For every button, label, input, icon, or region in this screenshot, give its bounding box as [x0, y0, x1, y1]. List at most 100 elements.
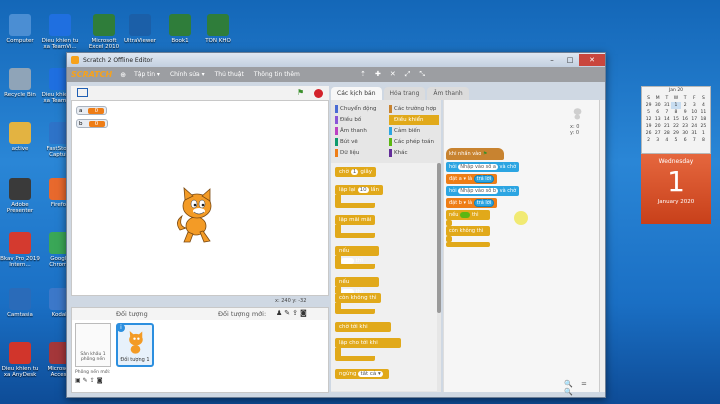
block-repeat-until[interactable]: lặp cho tới khi — [335, 338, 401, 348]
zoom-controls[interactable]: 🔍 = 🔍 — [564, 380, 601, 396]
grow-tool-icon[interactable]: ⤢ — [405, 70, 411, 79]
block-repeat[interactable]: lặp lại 10 lần — [335, 185, 383, 195]
calendar-day-cell[interactable]: 17 — [690, 116, 699, 123]
desktop-icon[interactable]: Camtasia — [0, 288, 40, 318]
calendar-day-cell[interactable]: 4 — [699, 102, 708, 109]
camera-icon[interactable]: ◙ — [97, 377, 105, 384]
menu-tips[interactable]: Thủ thuật — [215, 71, 244, 78]
desktop-icon[interactable]: Recycle Bin — [0, 68, 40, 98]
calendar-day-cell[interactable]: 27 — [653, 130, 662, 137]
ask-block-1[interactable]: hỏi Nhập vào số a và chờ — [446, 162, 520, 172]
desktop-icon[interactable]: Dieu khien tu xa TeamVi... — [40, 14, 80, 50]
info-icon[interactable]: i — [117, 324, 125, 332]
stage-thumbnail[interactable]: Sân khấu 1 phông nền — [75, 323, 111, 367]
camera-icon[interactable]: ◙ — [300, 309, 309, 317]
paint-sprite-icon[interactable]: ✎ — [284, 309, 292, 317]
shrink-tool-icon[interactable]: ⤡ — [419, 70, 425, 79]
calendar-day-cell[interactable]: 26 — [644, 130, 653, 137]
delete-tool-icon[interactable]: ✕ — [390, 70, 396, 79]
window-scrollbar[interactable] — [599, 100, 605, 392]
variable-monitor-a[interactable]: a 0 — [76, 106, 108, 115]
menu-edit[interactable]: Chỉnh sửa ▾ — [170, 71, 205, 78]
calendar-day-cell[interactable]: 31 — [662, 102, 671, 109]
category-1[interactable]: Các trường hợp — [389, 104, 439, 114]
calendar-day-cell[interactable]: 7 — [662, 109, 671, 116]
desktop-icon[interactable]: Dieu khien tu xa AnyDesk — [0, 342, 40, 378]
calendar-day-cell[interactable]: 10 — [690, 109, 699, 116]
calendar-day-cell[interactable]: 25 — [699, 123, 708, 130]
upload-tool-icon[interactable]: ⇡ — [360, 70, 366, 79]
calendar-day-cell[interactable]: 2 — [681, 102, 690, 109]
when-flag-clicked-block[interactable]: khi nhấn vào ⚑ — [446, 148, 504, 160]
calendar-day-cell[interactable]: 29 — [644, 102, 653, 109]
category-2[interactable]: Điều bố — [335, 115, 385, 125]
menu-file[interactable]: Tập tin ▾ — [134, 71, 160, 78]
calendar-day-cell[interactable]: 14 — [662, 116, 671, 123]
desktop-icon[interactable]: TON KHO — [198, 14, 238, 44]
calendar-day-cell[interactable]: 29 — [671, 130, 680, 137]
calendar-day-cell[interactable]: 22 — [671, 123, 680, 130]
calendar-day-cell[interactable]: 9 — [681, 109, 690, 116]
calendar-day-cell[interactable]: 13 — [653, 116, 662, 123]
calendar-day-cell[interactable]: 1 — [671, 102, 681, 109]
calendar-day-cell[interactable]: 15 — [671, 116, 680, 123]
set-block-b[interactable]: đặt b ▾ là trả lời — [446, 198, 498, 208]
block-if-else[interactable]: nếu thì — [335, 277, 379, 295]
tab-scripts[interactable]: Các kịch bản — [331, 87, 382, 100]
stage[interactable]: a 0 b 0 — [71, 100, 329, 296]
calendar-day-cell[interactable]: 3 — [690, 102, 699, 109]
sprite-thumbnail[interactable]: i Đối tượng 1 — [116, 323, 154, 367]
palette-scrollbar[interactable] — [437, 163, 441, 313]
calendar-day-cell[interactable]: 24 — [690, 123, 699, 130]
title-bar[interactable]: Scratch 2 Offline Editor – □ ✕ — [67, 53, 605, 67]
paint-backdrop-icon[interactable]: ✎ — [83, 377, 90, 384]
calendar-day-cell[interactable]: 7 — [690, 137, 699, 144]
calendar-day-cell[interactable]: 6 — [681, 137, 690, 144]
calendar-day-cell[interactable]: 19 — [644, 123, 653, 130]
calendar-day-cell[interactable]: 12 — [644, 116, 653, 123]
block-forever[interactable]: lặp mãi mãi — [335, 215, 376, 225]
calendar-day-cell[interactable]: 21 — [662, 123, 671, 130]
category-9[interactable]: Khác — [389, 148, 439, 158]
stop-icon[interactable] — [314, 89, 323, 98]
desktop-icon[interactable]: Computer — [0, 14, 40, 44]
fullscreen-icon[interactable] — [77, 88, 88, 97]
block-stop[interactable]: ngừng tất cả ▾ — [335, 369, 389, 379]
globe-icon[interactable]: ⊕ — [120, 71, 126, 79]
category-5[interactable]: Cảm biến — [389, 126, 439, 136]
minimize-button[interactable]: – — [543, 54, 561, 66]
category-4[interactable]: Âm thanh — [335, 126, 385, 136]
desktop-icon[interactable]: Microsoft Excel 2010 — [84, 14, 124, 50]
desktop-icon[interactable]: Bkav Pro 2019 Intern... — [0, 232, 40, 268]
block-if[interactable]: nếu thì — [335, 246, 379, 264]
upload-backdrop-icon[interactable]: ⇪ — [90, 377, 97, 384]
calendar-day-cell[interactable]: 8 — [671, 109, 680, 116]
block-wait[interactable]: chờ 1 giây — [335, 167, 377, 177]
desktop-icon[interactable]: Book1 — [160, 14, 200, 44]
category-0[interactable]: Chuyển động — [335, 104, 385, 114]
category-6[interactable]: Bút vẽ — [335, 137, 385, 147]
if-else-block[interactable]: nếu thì — [446, 210, 490, 220]
calendar-day-cell[interactable]: 30 — [681, 130, 690, 137]
tab-costumes[interactable]: Hóa trang — [383, 87, 426, 100]
choose-backdrop-icon[interactable]: ▣ — [75, 377, 83, 384]
calendar-day-cell[interactable]: 30 — [653, 102, 662, 109]
calendar-day-cell[interactable]: 1 — [699, 130, 708, 137]
scratch-logo[interactable]: SCRATCH — [71, 70, 112, 79]
calendar-day-view[interactable]: Wednesday 1 January 2020 — [641, 154, 711, 224]
upload-sprite-icon[interactable]: ⇪ — [292, 309, 300, 317]
desktop-icon[interactable]: UltraViewer — [120, 14, 160, 44]
calendar-day-cell[interactable]: 20 — [653, 123, 662, 130]
menu-about[interactable]: Thông tin thêm — [254, 71, 300, 78]
calendar-day-cell[interactable]: 16 — [681, 116, 690, 123]
calendar-day-cell[interactable]: 31 — [690, 130, 699, 137]
desktop-icon[interactable]: Adobe Presenter — [0, 178, 40, 214]
ask-block-2[interactable]: hỏi Nhập vào số b và chờ — [446, 186, 520, 196]
calendar-day-cell[interactable]: 6 — [653, 109, 662, 116]
calendar-day-cell[interactable]: 28 — [662, 130, 671, 137]
calendar-day-cell[interactable]: 4 — [662, 137, 671, 144]
cat-sprite[interactable] — [172, 186, 218, 244]
calendar-day-cell[interactable]: 5 — [671, 137, 680, 144]
calendar-day-cell[interactable]: 18 — [699, 116, 708, 123]
calendar-day-cell[interactable]: 3 — [653, 137, 662, 144]
